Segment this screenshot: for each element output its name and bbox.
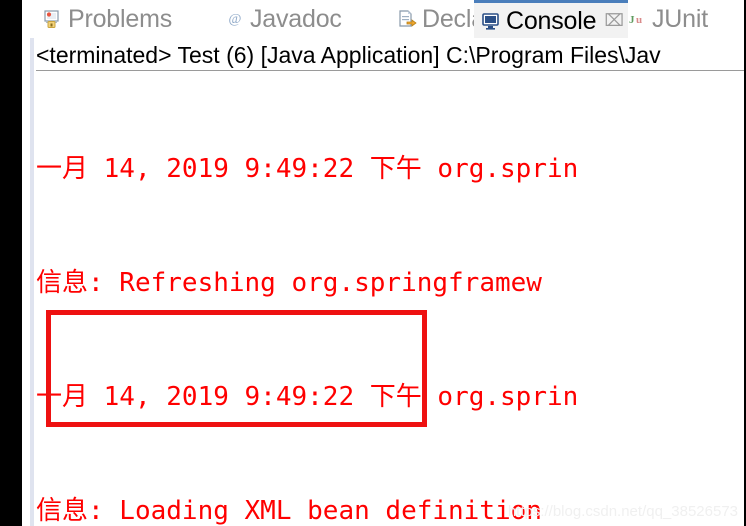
console-line: 一月 14, 2019 9:49:22 下午 org.sprin: [36, 382, 579, 412]
junit-icon: J u: [627, 9, 647, 29]
console-line: 一月 14, 2019 9:49:22 下午 org.sprin: [36, 154, 579, 184]
tab-console[interactable]: Console ⌧: [474, 0, 628, 38]
launch-line-separator: [36, 70, 744, 71]
console-line: 信息: Refreshing org.springframew: [36, 268, 542, 298]
svg-text:u: u: [636, 14, 642, 26]
tab-console-label: Console: [506, 6, 597, 35]
view-tab-bar: Problems @ Javadoc Console ⌧ J u JUnit: [22, 0, 744, 38]
console-output-area[interactable]: 一月 14, 2019 9:49:22 下午 org.sprin 信息: Ref…: [36, 74, 744, 526]
tab-problems-label: Problems: [68, 5, 172, 33]
declaration-icon: [397, 9, 417, 29]
launch-configuration-line: <terminated> Test (6) [Java Application]…: [36, 42, 661, 68]
watermark-text: https://blog.csdn.net/qq_38526573: [507, 503, 738, 520]
javadoc-icon: @: [225, 9, 245, 29]
tab-problems[interactable]: Problems: [36, 0, 214, 38]
svg-text:J: J: [629, 14, 635, 26]
tab-javadoc-label: Javadoc: [250, 5, 342, 33]
tab-junit[interactable]: J u JUnit: [620, 0, 740, 38]
tab-junit-label: JUnit: [652, 5, 708, 33]
tab-javadoc[interactable]: @ Javadoc: [218, 0, 388, 38]
panel-left-rule: [30, 0, 34, 526]
eclipse-console-window: Problems @ Javadoc Console ⌧ J u JUnit <…: [0, 0, 746, 526]
svg-text:@: @: [229, 12, 242, 27]
console-icon: [481, 11, 501, 31]
problems-icon: [43, 9, 63, 29]
console-panel: Problems @ Javadoc Console ⌧ J u JUnit <…: [22, 0, 744, 526]
